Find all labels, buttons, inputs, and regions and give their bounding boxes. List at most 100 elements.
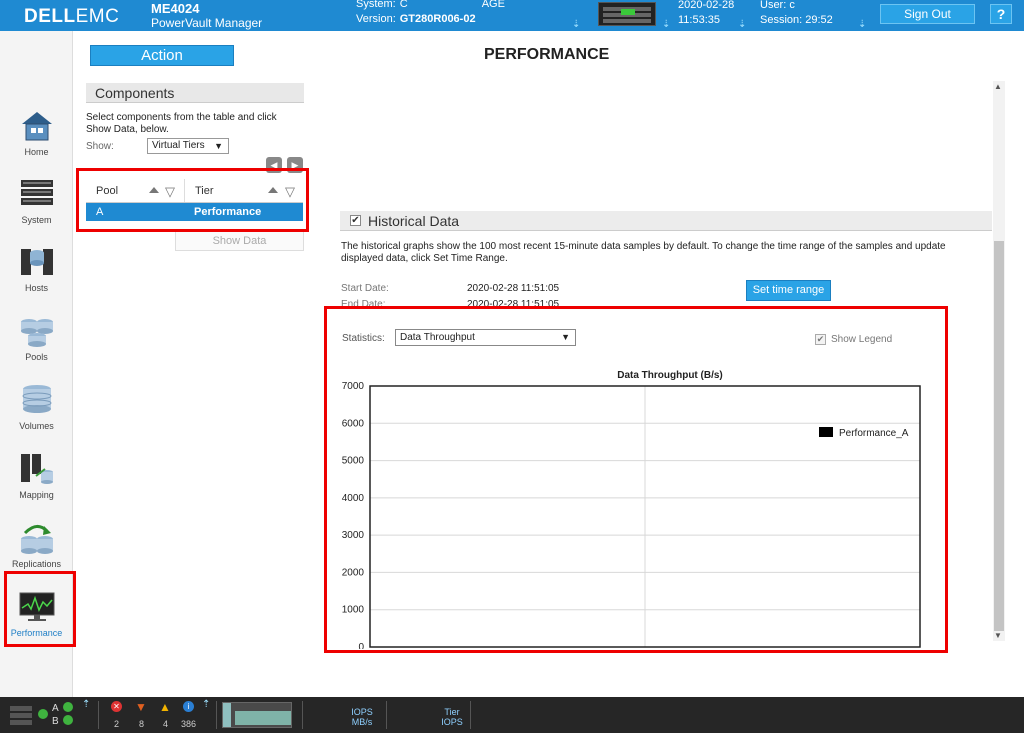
- legend-swatch-performance-a: [819, 427, 833, 437]
- sort-icon[interactable]: [268, 187, 278, 193]
- nav-label-system: System: [21, 215, 52, 225]
- logo-sub-text: EMC: [75, 6, 120, 27]
- show-legend-label: Show Legend: [831, 334, 893, 345]
- y-tick-label: 5000: [342, 456, 365, 467]
- y-tick-label: 0: [358, 642, 364, 649]
- historical-data-checkbox[interactable]: ✔: [350, 215, 361, 226]
- historical-data-header[interactable]: Historical Data: [340, 211, 992, 231]
- divider: [98, 701, 99, 729]
- info-count: 386: [181, 719, 197, 729]
- version-value: GT280R006-02: [399, 13, 476, 25]
- statistics-select[interactable]: Data Throughput ▼: [395, 329, 576, 346]
- filter-icon[interactable]: ▽: [165, 185, 175, 198]
- nav-item-pools[interactable]: Pools: [0, 308, 73, 374]
- version-label: Version:: [356, 13, 396, 25]
- set-time-range-button[interactable]: Set time range: [746, 280, 831, 301]
- show-data-button[interactable]: Show Data: [175, 231, 304, 251]
- warning-icon[interactable]: ▲: [159, 700, 171, 714]
- main-content: Home System Hosts Pools Volumes Mapping …: [0, 31, 1024, 697]
- nav-label-pools: Pools: [25, 352, 48, 362]
- nav-item-volumes[interactable]: Volumes: [0, 377, 73, 443]
- next-page-button[interactable]: ▶: [287, 157, 303, 173]
- divider: [386, 701, 387, 729]
- action-button[interactable]: Action: [90, 45, 234, 66]
- performance-icon: [19, 592, 55, 621]
- nav-item-mapping[interactable]: Mapping: [0, 446, 73, 512]
- download-icon[interactable]: ⇣: [572, 20, 581, 30]
- column-header-pool[interactable]: Pool ▽: [86, 179, 184, 202]
- column-header-tier[interactable]: Tier ▽: [184, 179, 303, 202]
- show-select-value: Virtual Tiers: [152, 140, 205, 151]
- chart-legend: Performance_A: [819, 427, 909, 439]
- components-header: Components: [86, 83, 304, 103]
- current-time: 11:53:35: [678, 14, 721, 26]
- y-tick-label: 3000: [342, 530, 365, 541]
- nav-item-system[interactable]: System: [0, 171, 73, 237]
- nav-item-performance[interactable]: Performance: [0, 584, 73, 650]
- nav-label-replications: Replications: [11, 559, 62, 569]
- info-icon[interactable]: i: [183, 701, 194, 712]
- dell-emc-logo: DELLEMC: [24, 6, 119, 28]
- nav-label-hosts: Hosts: [24, 283, 48, 293]
- nav-item-home[interactable]: Home: [0, 103, 73, 169]
- status-bar: A B ⇡ ✕ 2 ▼ 8 ▲ 4 i 386 ⇡ IOPS MB/s Tier…: [0, 697, 1024, 733]
- critical-icon[interactable]: ▼: [135, 700, 147, 714]
- divider: [216, 701, 217, 729]
- system-value: C: [399, 0, 408, 10]
- help-button[interactable]: ?: [990, 4, 1012, 24]
- controller-a-ok-icon[interactable]: [63, 702, 73, 712]
- error-icon[interactable]: ✕: [111, 701, 122, 712]
- replications-icon: [21, 525, 53, 554]
- product-name: PowerVault Manager: [151, 16, 263, 30]
- sort-icon[interactable]: [149, 187, 159, 193]
- components-help-text: Select components from the table and cli…: [86, 112, 277, 135]
- download-icon[interactable]: ⇣: [738, 20, 747, 30]
- start-date-label: Start Date:: [341, 283, 389, 294]
- download-icon[interactable]: ⇣: [858, 20, 867, 30]
- logo-main-text: DELL: [24, 6, 76, 27]
- controller-a-label: A: [52, 703, 59, 714]
- controller-b-ok-icon[interactable]: [63, 715, 73, 725]
- y-tick-label: 6000: [342, 418, 365, 429]
- session-label: Session:: [760, 14, 803, 26]
- arrow-up-icon[interactable]: ⇡: [202, 699, 210, 710]
- filter-icon[interactable]: ▽: [285, 185, 295, 198]
- download-icon[interactable]: ⇣: [662, 20, 671, 30]
- user-label: User:: [760, 0, 787, 11]
- status-ok-icon: [38, 709, 48, 719]
- scrollbar-thumb[interactable]: [994, 241, 1004, 631]
- enclosure-icon[interactable]: [598, 2, 656, 26]
- statistics-label: Statistics:: [342, 333, 385, 344]
- enclosure-status-icon[interactable]: [10, 705, 32, 725]
- table-row[interactable]: A Performance: [86, 203, 303, 221]
- show-legend-checkbox[interactable]: ✔: [815, 334, 826, 345]
- nav-item-replications[interactable]: Replications: [0, 515, 73, 581]
- nav-label-volumes: Volumes: [19, 421, 54, 431]
- column-label-pool: Pool: [96, 185, 119, 197]
- sign-out-button[interactable]: Sign Out: [880, 4, 975, 24]
- column-label-tier: Tier: [195, 185, 214, 197]
- pools-icon: [21, 319, 53, 347]
- y-axis-ticks: 0 1000 2000 3000 4000 5000 6000 7000: [342, 381, 365, 649]
- capacity-bar[interactable]: [222, 702, 292, 728]
- throughput-chart: Data Throughput (B/s) 0 1000 2000 3000 4000 5…: [342, 370, 921, 649]
- dropdown-arrow-icon: ▼: [214, 141, 223, 151]
- system-info: System: C AGE Version: GT280R006-02: [356, 0, 505, 27]
- error-count: 2: [114, 719, 120, 729]
- nav-label-mapping: Mapping: [19, 490, 54, 500]
- show-label: Show:: [86, 141, 114, 152]
- scroll-up-icon[interactable]: ▲: [994, 82, 1002, 91]
- model-name: ME4024: [151, 1, 200, 16]
- left-nav: Home System Hosts Pools Volumes Mapping …: [0, 31, 73, 697]
- legend-label-performance-a: Performance_A: [839, 428, 909, 439]
- volumes-icon: [22, 385, 52, 413]
- nav-item-hosts[interactable]: Hosts: [0, 239, 73, 305]
- arrow-up-icon[interactable]: ⇡: [82, 699, 90, 710]
- scroll-down-icon[interactable]: ▼: [994, 631, 1002, 640]
- show-select[interactable]: Virtual Tiers ▼: [147, 138, 229, 154]
- warning-count: 4: [163, 719, 169, 729]
- statistics-select-value: Data Throughput: [400, 332, 475, 343]
- prev-page-button[interactable]: ◀: [266, 157, 282, 173]
- divider: [302, 701, 303, 729]
- system-icon: [21, 180, 53, 205]
